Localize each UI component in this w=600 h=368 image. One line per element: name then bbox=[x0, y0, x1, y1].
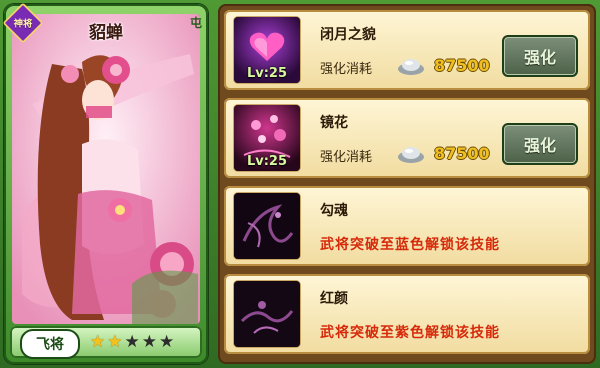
skill-row: 红颜 武将突破至紫色解锁该技能 bbox=[224, 274, 590, 354]
skill-list: Lv:25 闭月之貌 强化消耗 87500 强化 Lv:25 镜花 强化消耗 8… bbox=[218, 4, 596, 364]
soul-skill-icon[interactable] bbox=[234, 193, 300, 259]
star-rating: ★ ★ ★ ★ ★ bbox=[90, 332, 174, 352]
silver-ingot-icon bbox=[398, 147, 424, 163]
cost-value: 87500 bbox=[434, 56, 490, 75]
skill-level: Lv:25 bbox=[246, 154, 288, 169]
hero-portrait bbox=[12, 14, 200, 324]
cost-label: 强化消耗 bbox=[320, 150, 373, 165]
skill-name: 镜花 bbox=[320, 115, 348, 131]
game-panel: 神将 屯 貂蝉 飞将 ★ ★ ★ ★ ★ Lv:25 闭月之貌 强化消耗 875… bbox=[0, 0, 600, 368]
skill-name: 勾魂 bbox=[320, 203, 348, 219]
silver-ingot-icon bbox=[398, 59, 424, 75]
cost-label: 强化消耗 bbox=[320, 62, 373, 77]
skill-row: 勾魂 武将突破至蓝色解锁该技能 bbox=[224, 186, 590, 266]
skill-name: 红颜 bbox=[320, 291, 348, 307]
upgrade-button[interactable]: 强化 bbox=[502, 35, 578, 77]
star-icon: ★ bbox=[159, 332, 175, 352]
star-icon: ★ bbox=[141, 332, 157, 352]
unlock-requirement: 武将突破至蓝色解锁该技能 bbox=[320, 237, 500, 253]
heart-skill-icon[interactable]: Lv:25 bbox=[234, 17, 300, 83]
skill-row: Lv:25 闭月之貌 强化消耗 87500 强化 bbox=[224, 10, 590, 90]
star-icon: ★ bbox=[124, 332, 140, 352]
flower-skill-icon[interactable]: Lv:25 bbox=[234, 105, 300, 171]
hero-illustration bbox=[12, 14, 200, 324]
hero-type-badge: 飞将 bbox=[20, 329, 80, 359]
skill-level: Lv:25 bbox=[246, 66, 288, 81]
beauty-skill-icon[interactable] bbox=[234, 281, 300, 347]
hero-card-footer: 飞将 ★ ★ ★ ★ ★ bbox=[10, 326, 202, 359]
hero-card[interactable]: 神将 屯 貂蝉 飞将 ★ ★ ★ ★ ★ bbox=[2, 2, 208, 364]
star-icon: ★ bbox=[107, 332, 123, 352]
star-icon: ★ bbox=[90, 332, 106, 352]
unlock-requirement: 武将突破至紫色解锁该技能 bbox=[320, 325, 500, 341]
skill-row: Lv:25 镜花 强化消耗 87500 强化 bbox=[224, 98, 590, 178]
cost-value: 87500 bbox=[434, 144, 490, 163]
hero-name: 貂蝉 bbox=[89, 23, 123, 43]
skill-name: 闭月之貌 bbox=[320, 27, 376, 43]
upgrade-button[interactable]: 强化 bbox=[502, 123, 578, 165]
